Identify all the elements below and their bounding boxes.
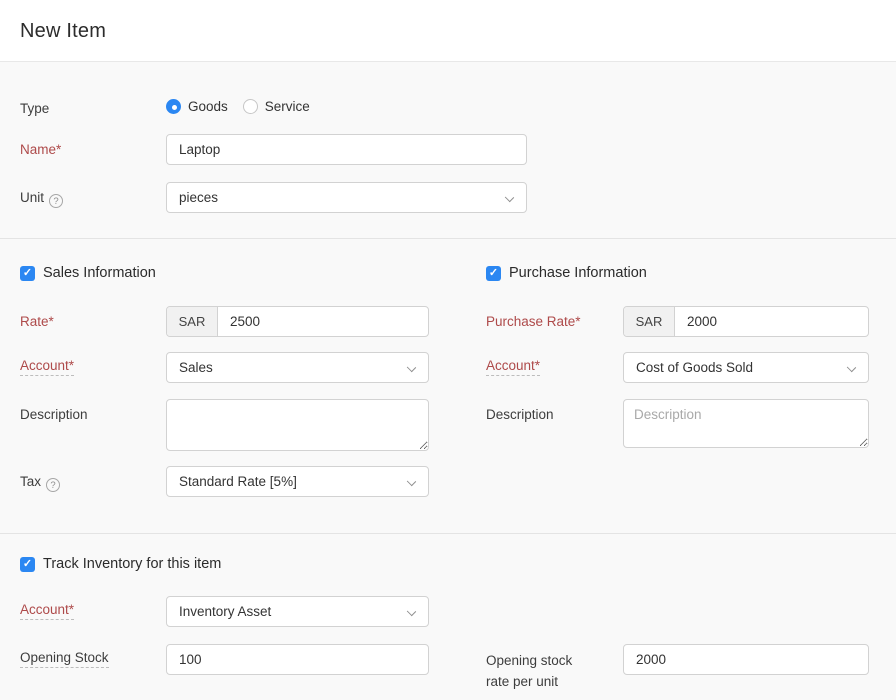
purchase-information-label: Purchase Information [509,265,647,281]
purchase-rate-input-group: SAR [623,306,869,337]
inventory-account-select[interactable]: Inventory Asset [166,596,429,627]
rate-label: Rate* [20,313,54,330]
sales-description-label: Description [20,406,88,423]
new-item-form: New Item Type Goods Service Name* Unit? … [0,0,896,700]
currency-prefix: SAR [167,307,218,336]
unit-select[interactable]: pieces [166,182,527,213]
name-input[interactable] [166,134,527,165]
radio-service[interactable]: Service [243,99,310,114]
radio-service-label: Service [265,99,310,114]
tax-help-icon[interactable]: ? [46,478,60,492]
chevron-down-icon [407,363,416,372]
page-title: New Item [20,20,106,43]
purchase-rate-label: Purchase Rate* [486,313,581,330]
opening-stock-input[interactable] [166,644,429,675]
inventory-account-label: Account* [20,601,74,618]
sales-account-label: Account* [20,357,74,374]
checkbox-checked-icon[interactable]: ✓ [20,557,35,572]
inventory-account-value: Inventory Asset [179,604,398,619]
sales-account-select[interactable]: Sales [166,352,429,383]
unit-label: Unit? [20,189,63,208]
purchase-information-checkbox[interactable]: ✓ Purchase Information [486,265,647,281]
unit-select-value: pieces [179,190,496,205]
checkbox-checked-icon[interactable]: ✓ [20,266,35,281]
purchase-account-select[interactable]: Cost of Goods Sold [623,352,869,383]
type-radio-group: Goods Service [166,99,325,114]
purchase-description-label: Description [486,406,554,423]
tax-select-value: Standard Rate [5%] [179,474,398,489]
purchase-description-textarea[interactable] [623,399,869,448]
chevron-down-icon [847,363,856,372]
rate-input[interactable] [218,307,428,336]
sales-account-value: Sales [179,360,398,375]
type-label: Type [20,100,49,117]
chevron-down-icon [407,477,416,486]
radio-service-icon[interactable] [243,99,258,114]
opening-stock-rate-input[interactable] [623,644,869,675]
track-inventory-checkbox[interactable]: ✓ Track Inventory for this item [20,556,221,572]
chevron-down-icon [407,607,416,616]
radio-goods-icon[interactable] [166,99,181,114]
opening-stock-rate-label: Opening stock rate per unit [486,650,586,692]
radio-goods[interactable]: Goods [166,99,228,114]
section-divider [0,238,896,239]
rate-input-group: SAR [166,306,429,337]
section-divider [0,533,896,534]
purchase-account-value: Cost of Goods Sold [636,360,838,375]
opening-stock-label: Opening Stock [20,649,109,666]
track-inventory-label: Track Inventory for this item [43,556,221,572]
purchase-account-label: Account* [486,357,540,374]
chevron-down-icon [505,193,514,202]
sales-information-checkbox[interactable]: ✓ Sales Information [20,265,156,281]
checkbox-checked-icon[interactable]: ✓ [486,266,501,281]
page-header: New Item [0,0,896,62]
currency-prefix: SAR [624,307,675,336]
sales-information-label: Sales Information [43,265,156,281]
sales-description-textarea[interactable] [166,399,429,451]
radio-goods-label: Goods [188,99,228,114]
purchase-rate-input[interactable] [675,307,868,336]
name-label: Name* [20,141,61,158]
tax-label: Tax? [20,473,60,492]
unit-help-icon[interactable]: ? [49,194,63,208]
tax-select[interactable]: Standard Rate [5%] [166,466,429,497]
